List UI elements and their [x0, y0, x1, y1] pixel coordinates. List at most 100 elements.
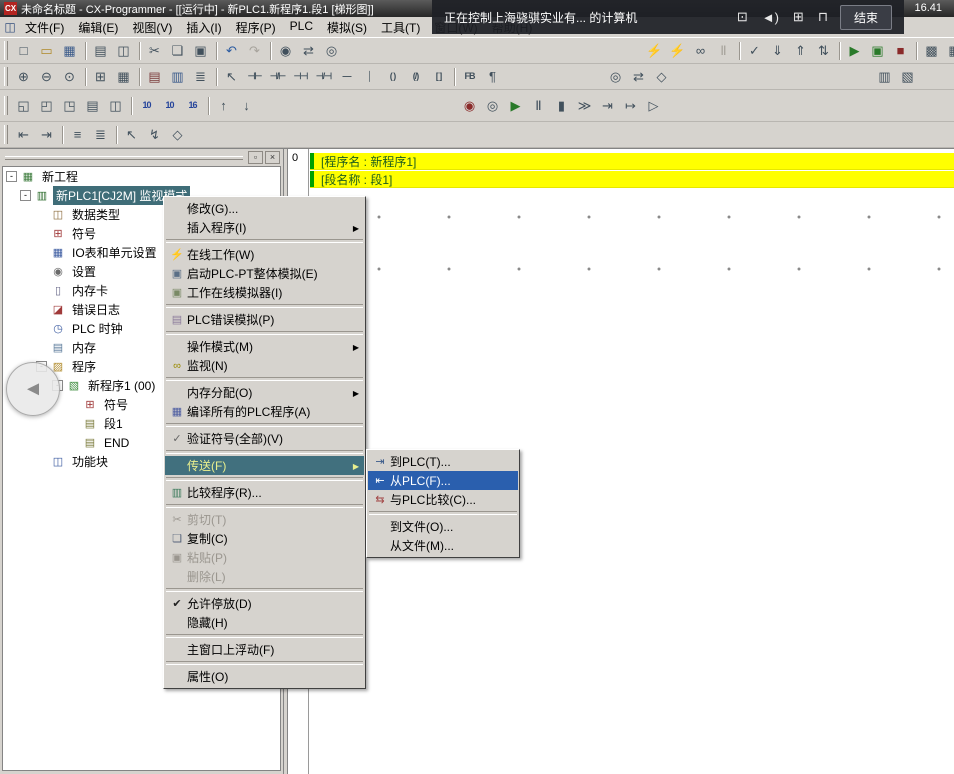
program-mode-button[interactable]: ■ — [889, 40, 912, 61]
submenu-from-file[interactable]: 从文件(M)... — [368, 536, 518, 555]
toolbar-grip[interactable] — [4, 125, 8, 144]
rung-comment-button[interactable]: ≡ — [66, 124, 89, 145]
panel-close-button[interactable]: × — [265, 151, 280, 164]
watch-values-button[interactable]: ▥ — [873, 66, 896, 87]
menu-hide[interactable]: 隐藏(H) — [165, 613, 364, 632]
find-button[interactable]: ◉ — [274, 40, 297, 61]
arrange-windows-button[interactable]: ◳ — [58, 95, 81, 116]
new-or-closed-contact-button[interactable]: ⊣/⊣ — [312, 66, 335, 87]
function-block-call-button[interactable]: FB — [458, 66, 481, 87]
new-instruction-button[interactable]: [ ] — [427, 66, 450, 87]
menu-edit[interactable]: 编辑(E) — [71, 16, 125, 39]
print-preview-button[interactable]: ◫ — [112, 40, 135, 61]
print-button[interactable]: ▤ — [89, 40, 112, 61]
menu-start-plc-pt-simulation[interactable]: ▣ 启动PLC-PT整体模拟(E) — [165, 264, 364, 283]
connect-mode-button[interactable]: ↯ — [143, 124, 166, 145]
new-or-contact-button[interactable]: ⊣⊣ — [289, 66, 312, 87]
volume-button[interactable]: ◄) — [762, 10, 779, 25]
menu-compile-all-plc-programs[interactable]: ▦ 编译所有的PLC程序(A) — [165, 402, 364, 421]
collapse-panel-overlay-button[interactable]: ◄ — [6, 362, 60, 416]
transfer-from-plc-button[interactable]: ⇑ — [789, 40, 812, 61]
vertical-line-button[interactable]: │ — [358, 66, 381, 87]
step-into-button[interactable]: ⇥ — [596, 95, 619, 116]
address-reference-tool-button[interactable]: ◇ — [650, 66, 673, 87]
split-window-button[interactable]: ◰ — [35, 95, 58, 116]
menu-validate-symbols-all[interactable]: ✓ 验证符号(全部)(V) — [165, 429, 364, 448]
ladder-row-program-name[interactable]: [程序名 : 新程序1] — [310, 153, 954, 170]
size-10-button[interactable]: 10 — [135, 95, 158, 116]
menu-compare-program[interactable]: ▥ 比较程序(R)... — [165, 483, 364, 502]
submenu-to-plc[interactable]: ⇥ 到PLC(T)... — [368, 452, 518, 471]
save-file-button[interactable]: ▦ — [58, 40, 81, 61]
plus-button[interactable]: ⊞ — [793, 9, 804, 25]
find-next-button[interactable]: ◎ — [320, 40, 343, 61]
menu-view[interactable]: 视图(V) — [125, 16, 179, 39]
tree-item-new-project[interactable]: - ▦ 新工程 — [3, 167, 280, 186]
menu-transfer[interactable]: 传送(F) — [165, 456, 364, 475]
share-button[interactable]: ⊓ — [818, 9, 828, 25]
work-online-button[interactable]: ⚡ — [643, 40, 666, 61]
next-reference-button[interactable]: ↓ — [235, 95, 258, 116]
new-coil-button[interactable]: ( ) — [381, 66, 404, 87]
panel-drag-grip[interactable] — [5, 156, 243, 160]
auto-online-button[interactable]: ⚡ — [666, 40, 689, 61]
size-16-button[interactable]: 16 — [181, 95, 204, 116]
toolbar-grip[interactable] — [4, 96, 8, 115]
indent-right-button[interactable]: ⇥ — [35, 124, 58, 145]
toolbar-grip[interactable] — [4, 67, 8, 86]
menu-monitor[interactable]: ∞ 监视(N) — [165, 356, 364, 375]
menu-operating-mode[interactable]: 操作模式(M) — [165, 337, 364, 356]
clear-breakpoints-button[interactable]: ◎ — [481, 95, 504, 116]
tile-windows-button[interactable]: ▦ — [943, 40, 954, 61]
force-status-button[interactable]: ▧ — [896, 66, 919, 87]
menu-allow-docking[interactable]: ✔ 允许停放(D) — [165, 594, 364, 613]
new-closed-contact-button[interactable]: ⊣/⊢ — [266, 66, 289, 87]
mdi-child-icon[interactable]: ◫ — [2, 20, 18, 34]
undo-button[interactable]: ↶ — [220, 40, 243, 61]
smart-input-button[interactable]: ◇ — [166, 124, 189, 145]
set-breakpoint-button[interactable]: ◉ — [458, 95, 481, 116]
submenu-from-plc[interactable]: ⇤ 从PLC(F)... — [368, 471, 518, 490]
menu-copy[interactable]: ❏ 复制(C) — [165, 529, 364, 548]
continuous-step-button[interactable]: ↦ — [619, 95, 642, 116]
menu-work-online-simulator[interactable]: ▣ 工作在线模拟器(I) — [165, 283, 364, 302]
submenu-compare-with-plc[interactable]: ⇆ 与PLC比较(C)... — [368, 490, 518, 509]
cut-button[interactable]: ✂ — [143, 40, 166, 61]
toolbar-grip[interactable] — [4, 41, 8, 60]
monitor-button[interactable]: ∞ — [689, 40, 712, 61]
cross-reference-button[interactable]: ⇄ — [627, 66, 650, 87]
select-mode-button[interactable]: ↖ — [120, 124, 143, 145]
overview-button[interactable]: ▦ — [112, 66, 135, 87]
mnemonics-view-button[interactable]: ≣ — [189, 66, 212, 87]
monitor-mode-button[interactable]: ▣ — [866, 40, 889, 61]
program-check-button[interactable]: ✓ — [743, 40, 766, 61]
stop-debug-button[interactable]: ▮ — [550, 95, 573, 116]
compare-with-plc-button[interactable]: ⇅ — [812, 40, 835, 61]
watch-window-button[interactable]: ◫ — [104, 95, 127, 116]
zoom-in-button[interactable]: ⊕ — [12, 66, 35, 87]
zoom-out-button[interactable]: ⊖ — [35, 66, 58, 87]
tree-expander[interactable]: - — [20, 190, 31, 201]
io-comment-button[interactable]: ¶ — [481, 66, 504, 87]
indent-left-button[interactable]: ⇤ — [12, 124, 35, 145]
menu-work-online[interactable]: ⚡ 在线工作(W) — [165, 245, 364, 264]
open-file-button[interactable]: ▭ — [35, 40, 58, 61]
menu-program[interactable]: 程序(P) — [229, 16, 283, 39]
menu-properties[interactable]: 属性(O) — [165, 667, 364, 686]
output-window-button[interactable]: ▤ — [81, 95, 104, 116]
submenu-to-file[interactable]: 到文件(O)... — [368, 517, 518, 536]
menu-insert[interactable]: 插入(I) — [179, 16, 228, 39]
new-open-contact-button[interactable]: ⊣⊢ — [243, 66, 266, 87]
menu-modify[interactable]: 修改(G)... — [165, 199, 364, 218]
tree-expander[interactable]: - — [6, 171, 17, 182]
previous-reference-button[interactable]: ↑ — [212, 95, 235, 116]
local-symbols-button[interactable]: ▥ — [166, 66, 189, 87]
transfer-to-plc-button[interactable]: ⇓ — [766, 40, 789, 61]
step-run-button[interactable]: ≫ — [573, 95, 596, 116]
paste-button[interactable]: ▣ — [189, 40, 212, 61]
fullscreen-button[interactable]: ⊡ — [737, 9, 748, 25]
panel-dock-button[interactable]: ▫ — [248, 151, 263, 164]
run-debug-button[interactable]: ▶ — [504, 95, 527, 116]
menu-plc[interactable]: PLC — [283, 16, 320, 39]
rung-annotation-button[interactable]: ≣ — [89, 124, 112, 145]
